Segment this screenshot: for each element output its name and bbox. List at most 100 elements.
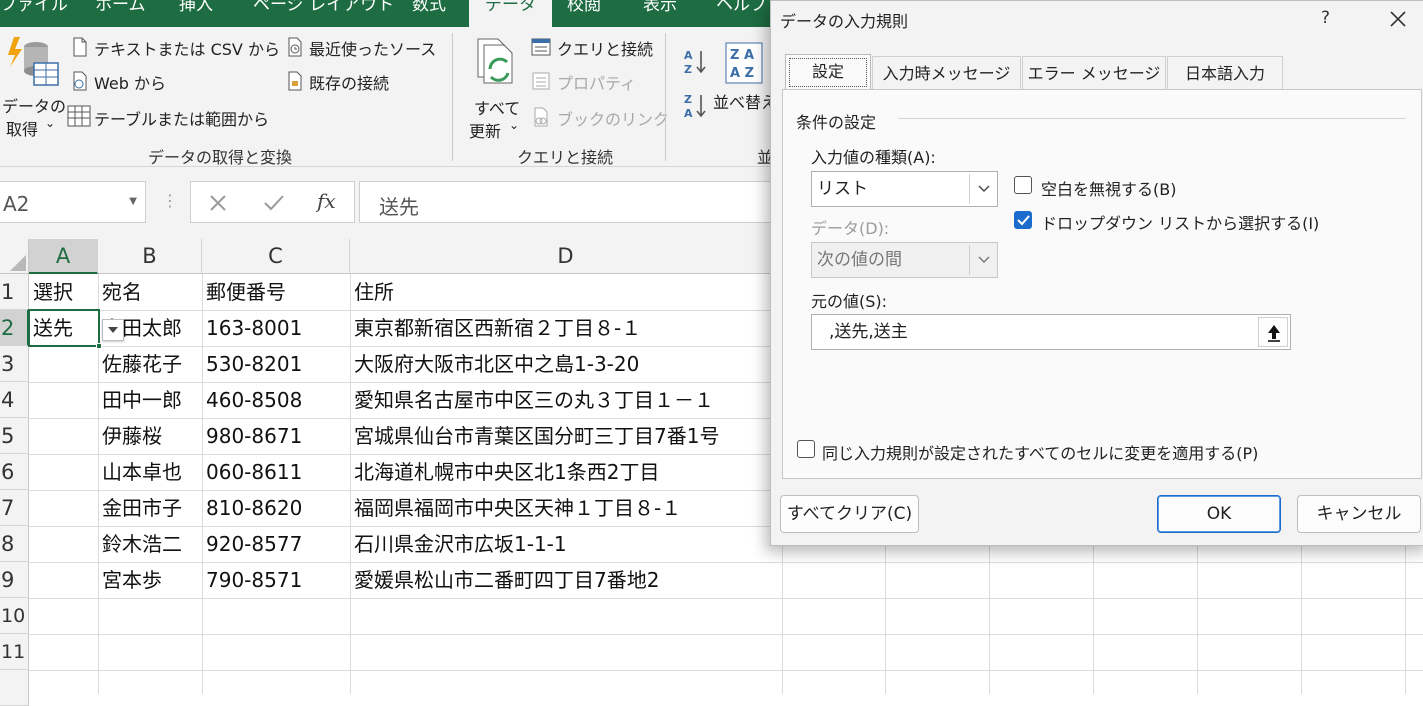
get-data-button[interactable]: データの 取得 ⌄: [0, 31, 66, 141]
tab-settings[interactable]: 設定: [785, 54, 871, 90]
cell-b6[interactable]: 山本卓也: [98, 454, 202, 490]
from-table-button[interactable]: テーブルまたは範囲から: [66, 103, 269, 129]
select-all-corner[interactable]: [0, 239, 29, 274]
tab-help[interactable]: ヘルプ: [716, 0, 767, 27]
cell-c3[interactable]: 530-8201: [202, 346, 350, 382]
cell-a4[interactable]: [29, 382, 98, 418]
row-header-11[interactable]: 11: [0, 634, 29, 670]
queries-connections-button[interactable]: クエリと接続: [530, 35, 653, 61]
from-web-button[interactable]: Web から: [68, 69, 188, 95]
cancel-button[interactable]: キャンセル: [1297, 495, 1421, 533]
cell-a7[interactable]: [29, 490, 98, 526]
row-header-10[interactable]: 10: [0, 598, 29, 634]
in-cell-dropdown-checkbox[interactable]: [1014, 211, 1032, 229]
cell-b8[interactable]: 鈴木浩二: [98, 526, 202, 562]
cell-d3[interactable]: 大阪府大阪市北区中之島1-3-20: [350, 346, 782, 382]
source-input[interactable]: ,送先,送主: [811, 314, 1291, 350]
cell-c7[interactable]: 810-8620: [202, 490, 350, 526]
cell-c1[interactable]: 郵便番号: [202, 274, 350, 310]
cell-c5[interactable]: 980-8671: [202, 418, 350, 454]
cell-d7[interactable]: 福岡県福岡市中央区天神１丁目８-１: [350, 490, 782, 526]
cell-d1[interactable]: 住所: [350, 274, 782, 310]
cell-b7[interactable]: 金田市子: [98, 490, 202, 526]
row-header-8[interactable]: 8: [0, 526, 29, 562]
cell-d9[interactable]: 愛媛県松山市二番町四丁目7番地2: [350, 562, 782, 598]
cell-b1[interactable]: 宛名: [98, 274, 202, 310]
row-header-3[interactable]: 3: [0, 346, 29, 382]
row-header-7[interactable]: 7: [0, 490, 29, 526]
close-icon[interactable]: [1389, 10, 1407, 28]
cell-d2[interactable]: 東京都新宿区西新宿２丁目８-１: [350, 310, 782, 346]
cell-b3[interactable]: 佐藤花子: [98, 346, 202, 382]
cell-c8[interactable]: 920-8577: [202, 526, 350, 562]
row-header-9[interactable]: 9: [0, 562, 29, 598]
sort-dialog-icon[interactable]: Z A A Z: [722, 41, 768, 89]
check-icon[interactable]: [263, 194, 285, 212]
collapse-dialog-button[interactable]: [1258, 317, 1288, 347]
cell-d6[interactable]: 北海道札幌市中央区北1条西2丁目: [350, 454, 782, 490]
fill-handle[interactable]: [96, 343, 102, 349]
refresh-all-button[interactable]: すべて 更新 ⌄: [462, 33, 526, 141]
cancel-icon[interactable]: [209, 194, 227, 212]
tab-input-message[interactable]: 入力時メッセージ: [872, 56, 1021, 90]
cell-c4[interactable]: 460-8508: [202, 382, 350, 418]
gridline: [29, 598, 1423, 599]
queries-connections-label[interactable]: クエリと接続: [557, 36, 653, 60]
recent-sources-button[interactable]: 最近使ったソース: [283, 35, 436, 61]
cell-d5[interactable]: 宮城県仙台市青葉区国分町三丁目7番1号: [350, 418, 782, 454]
row-header-6[interactable]: 6: [0, 454, 29, 490]
sort-ascending-button[interactable]: A Z: [684, 47, 710, 77]
tab-page-layout[interactable]: ページ レイアウト: [253, 0, 394, 27]
data-select[interactable]: 次の値の間: [811, 242, 998, 278]
cell-a3[interactable]: [29, 346, 98, 382]
row-header-2[interactable]: 2: [0, 310, 29, 346]
row-header-12[interactable]: [0, 670, 29, 706]
row-header-4[interactable]: 4: [0, 382, 29, 418]
cell-b9[interactable]: 宮本歩: [98, 562, 202, 598]
properties-button[interactable]: プロパティ: [530, 69, 640, 95]
cell-a1[interactable]: 選択: [29, 274, 98, 310]
column-header-a[interactable]: A: [29, 239, 98, 274]
cell-b5[interactable]: 伊藤桜: [98, 418, 202, 454]
row-header-1[interactable]: 1: [0, 274, 29, 310]
cell-a9[interactable]: [29, 562, 98, 598]
tab-data[interactable]: データ: [469, 0, 552, 27]
cell-d4[interactable]: 愛知県名古屋市中区三の丸３丁目１－１: [350, 382, 782, 418]
tab-review[interactable]: 校閲: [567, 0, 601, 27]
caret-down-icon[interactable]: ▼: [129, 196, 137, 207]
cell-dropdown-button[interactable]: [102, 319, 124, 341]
cell-a8[interactable]: [29, 526, 98, 562]
tab-home[interactable]: ホーム: [95, 0, 146, 27]
tab-view[interactable]: 表示: [643, 0, 677, 27]
tab-file[interactable]: ファイル: [0, 0, 68, 27]
cell-c2[interactable]: 163-8001: [202, 310, 350, 346]
sort-descending-button[interactable]: Z A: [684, 91, 710, 121]
name-box[interactable]: A2 ▼: [0, 181, 146, 223]
workbook-links-button[interactable]: ブックのリンク: [530, 103, 669, 129]
insert-function-icon[interactable]: fx: [317, 189, 336, 213]
ok-button[interactable]: OK: [1157, 495, 1281, 533]
cell-b4[interactable]: 田中一郎: [98, 382, 202, 418]
from-text-csv-button[interactable]: テキストまたは CSV から: [68, 35, 280, 61]
tab-insert[interactable]: 挿入: [179, 0, 213, 27]
help-button[interactable]: ?: [1321, 8, 1330, 28]
cell-c9[interactable]: 790-8571: [202, 562, 350, 598]
tab-formulas[interactable]: 数式: [412, 0, 446, 27]
cell-d8[interactable]: 石川県金沢市広坂1-1-1: [350, 526, 782, 562]
existing-connections-button[interactable]: 既存の接続: [283, 69, 403, 95]
column-header-c[interactable]: C: [202, 239, 350, 274]
source-input-value: ,送先,送主: [829, 322, 908, 342]
sort-button-label[interactable]: 並べ替え: [713, 89, 777, 113]
apply-all-checkbox[interactable]: [797, 440, 815, 458]
tab-error-alert[interactable]: エラー メッセージ: [1022, 56, 1166, 90]
tab-ime-mode[interactable]: 日本語入力: [1167, 56, 1283, 90]
ignore-blank-checkbox[interactable]: [1014, 176, 1032, 194]
clear-all-button[interactable]: すべてクリア(C): [780, 495, 919, 533]
column-header-b[interactable]: B: [98, 239, 202, 274]
cell-c6[interactable]: 060-8611: [202, 454, 350, 490]
row-header-5[interactable]: 5: [0, 418, 29, 454]
cell-a6[interactable]: [29, 454, 98, 490]
cell-a5[interactable]: [29, 418, 98, 454]
column-header-d[interactable]: D: [350, 239, 782, 274]
allow-select[interactable]: リスト: [811, 171, 998, 207]
